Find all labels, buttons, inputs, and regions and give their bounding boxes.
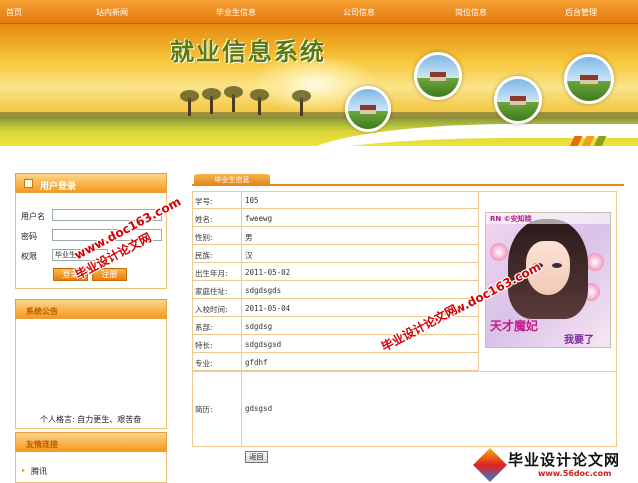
logo-name: 毕业设计论文网 — [508, 451, 621, 469]
row-label: 出生年月: — [195, 269, 228, 278]
nav-companies[interactable]: 公司信息 — [343, 7, 375, 18]
table-row: 姓名: fweewg — [192, 209, 478, 227]
row-value: fweewg — [245, 214, 273, 223]
links-header: 友情连接 — [15, 432, 167, 452]
site-title: 就业信息系统 — [170, 37, 326, 66]
announcement-header: 系统公告 — [15, 299, 167, 319]
row-value: sdgdsg — [245, 322, 273, 331]
logo-icon — [473, 448, 507, 482]
tab-underline — [192, 184, 624, 186]
photo-top-text: RN ©安知晓 — [490, 215, 532, 223]
row-label: 入校时间: — [195, 305, 228, 314]
flower-icon — [490, 243, 508, 261]
logo-url: www.56doc.com — [538, 469, 612, 478]
row-value: 男 — [245, 233, 253, 242]
photo-caption-1: 天才魔妃 — [490, 319, 539, 333]
tree-icon — [292, 90, 311, 116]
nav-admin[interactable]: 后台管理 — [565, 7, 597, 18]
table-divider — [478, 191, 479, 371]
resume-label: 简历: — [195, 405, 213, 414]
links-header-title: 友情连接 — [26, 440, 58, 449]
motto-text: 个人格言: 自力更生、艰苦奋 — [40, 415, 142, 424]
row-label: 姓名: — [195, 215, 213, 224]
banner-photo-4 — [494, 76, 542, 124]
row-label: 学号: — [195, 197, 213, 206]
table-row: 家庭住址: sdgdsgds — [192, 281, 478, 299]
tree-icon — [250, 89, 269, 115]
nav-news[interactable]: 站内新闻 — [96, 7, 128, 18]
row-label: 民族: — [195, 251, 213, 260]
login-header-icon — [24, 179, 33, 188]
tree-icon — [224, 86, 243, 112]
row-value: 2011-05-04 — [245, 304, 291, 313]
nav-home[interactable]: 首页 — [6, 7, 22, 18]
links-body: ▸ 腾讯 — [15, 452, 167, 483]
username-label: 用户名 — [21, 212, 45, 221]
row-label: 系部: — [195, 323, 213, 332]
watermark-logo: 毕业设计论文网 www.56doc.com — [473, 445, 638, 483]
tree-icon — [202, 88, 221, 114]
table-row: 性别: 男 — [192, 227, 478, 245]
row-label: 性别: — [195, 233, 213, 242]
table-row: 学号: 105 — [192, 191, 478, 209]
login-header-title: 用户登录 — [40, 182, 77, 192]
row-value: sdgdsgds — [245, 286, 282, 295]
login-panel-header: 用户登录 — [15, 173, 167, 193]
top-nav: 首页 站内新闻 毕业生信息 公司信息 岗位信息 后台管理 — [0, 0, 638, 24]
banner-photo-1 — [414, 52, 462, 100]
flower-icon — [586, 253, 604, 271]
table-row: 专业: gfdhf — [192, 353, 478, 371]
photo-caption-2: 我要了 — [564, 335, 594, 346]
tree-icon — [180, 90, 199, 116]
table-row: 民族: 汉 — [192, 245, 478, 263]
nav-jobs[interactable]: 岗位信息 — [455, 7, 487, 18]
resume-value: gdsgsd — [245, 404, 273, 413]
table-divider — [192, 371, 617, 372]
banner: 就业信息系统 — [0, 24, 638, 146]
announcement-body: 个人格言: 自力更生、艰苦奋 — [15, 319, 167, 429]
row-value: 汉 — [245, 251, 253, 260]
row-value: gfdhf — [245, 358, 268, 367]
row-value: 105 — [245, 196, 259, 205]
banner-photo-3 — [345, 86, 391, 132]
bullet-icon: ▸ — [22, 467, 26, 474]
row-value: sdgdsgsd — [245, 340, 282, 349]
row-label: 家庭住址: — [195, 287, 228, 296]
announcement-header-title: 系统公告 — [26, 307, 58, 316]
table-row: 出生年月: 2011-05-02 — [192, 263, 478, 281]
nav-graduates[interactable]: 毕业生信息 — [216, 7, 256, 18]
banner-photo-2 — [564, 54, 614, 104]
row-value: 2011-05-02 — [245, 268, 291, 277]
table-row: 特长: sdgdsgsd — [192, 335, 478, 353]
row-label: 特长: — [195, 341, 213, 350]
link-tencent[interactable]: 腾讯 — [31, 466, 47, 477]
row-label: 专业: — [195, 359, 213, 368]
password-label: 密码 — [21, 232, 37, 241]
role-label: 权限 — [21, 252, 37, 261]
back-button[interactable]: 返回 — [245, 451, 268, 463]
